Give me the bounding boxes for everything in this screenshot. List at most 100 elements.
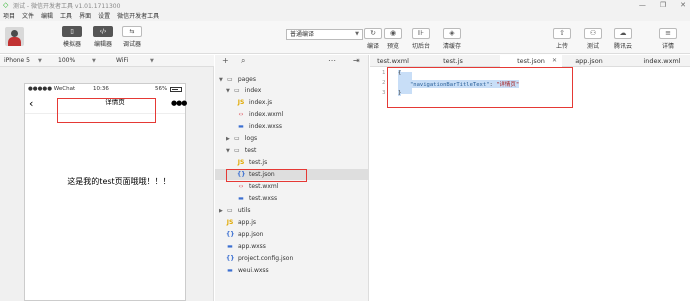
tree-folder-index[interactable]: ▼ ▭ index bbox=[226, 85, 261, 96]
layers-icon: ◈ bbox=[443, 28, 461, 39]
phone-icon: ▯ bbox=[62, 26, 82, 37]
switch-icon: ⊪ bbox=[412, 28, 430, 39]
js-file-icon: JS bbox=[237, 159, 245, 166]
chevron-down-icon: ▼ bbox=[355, 31, 359, 37]
add-file-icon[interactable]: + bbox=[222, 56, 229, 65]
battery-icon bbox=[170, 87, 182, 92]
wxss-file-icon: ▬ bbox=[238, 123, 244, 130]
tab-index-wxml[interactable]: index.wxml bbox=[634, 55, 690, 67]
minimize-button[interactable]: — bbox=[639, 1, 646, 9]
tree-folder-logs[interactable]: ▶ ▭ logs bbox=[226, 133, 257, 144]
highlight-box-code bbox=[387, 67, 573, 108]
tab-app-json[interactable]: app.json bbox=[566, 55, 612, 67]
tree-file-index-wxss[interactable]: ▬ index.wxss bbox=[237, 121, 282, 132]
carrier-label: ●●●●● WeChat bbox=[28, 86, 76, 92]
eye-icon: ◉ bbox=[384, 28, 402, 39]
device-bar: iPhone 5 ▼ 100% ▼ WiFi ▼ bbox=[0, 55, 214, 67]
menu-view[interactable]: 界面 bbox=[79, 11, 91, 20]
close-tab-icon[interactable]: ✕ bbox=[552, 55, 557, 67]
wxml-file-icon: ‹› bbox=[238, 183, 244, 190]
json-file-icon: {} bbox=[226, 255, 235, 262]
toolbar: ▯ 模拟器 ‹/› 编辑器 ⇆ 调试器 普通编译 ▼ ↻ 编译 ◉ 预览 ⊪ 切… bbox=[0, 21, 690, 54]
folder-open-icon: ▭ bbox=[227, 76, 233, 83]
menu-edit[interactable]: 编辑 bbox=[41, 11, 53, 20]
wxss-file-icon: ▬ bbox=[238, 195, 244, 202]
chevron-down-icon: ▼ bbox=[219, 76, 223, 83]
window-title: 测试 - 微信开发者工具 v1.01.1711300 bbox=[13, 2, 121, 10]
phone-status-bar: ●●●●● WeChat 10:36 56% bbox=[25, 84, 185, 94]
tree-file-test-js[interactable]: JS test.js bbox=[237, 157, 268, 168]
wxss-file-icon: ▬ bbox=[227, 267, 233, 274]
menu-settings[interactable]: 设置 bbox=[98, 11, 110, 20]
wxss-file-icon: ▬ bbox=[227, 243, 233, 250]
cloud-icon: ☁ bbox=[614, 28, 632, 39]
preview-button[interactable]: ◉ 预览 bbox=[384, 28, 402, 50]
collapse-icon[interactable]: ⇥ bbox=[353, 56, 360, 65]
zoom-select[interactable]: 100% ▼ bbox=[54, 55, 112, 67]
tencent-cloud-button[interactable]: ☁ 腾讯云 bbox=[614, 28, 632, 50]
battery-percent: 56% bbox=[155, 86, 168, 92]
avatar[interactable] bbox=[5, 27, 24, 46]
tree-file-test-wxml[interactable]: ‹› test.wxml bbox=[237, 181, 279, 192]
window-controls: — ❐ ✕ bbox=[639, 0, 686, 10]
explorer-toolbar: + ⌕ ⋯ ⇥ bbox=[215, 55, 369, 67]
tree-file-app-js[interactable]: JS app.js bbox=[226, 217, 256, 228]
tree-folder-pages[interactable]: ▼ ▭ pages bbox=[219, 74, 256, 85]
tree-folder-utils[interactable]: ▶ ▭ utils bbox=[219, 205, 250, 216]
js-file-icon: JS bbox=[226, 219, 234, 226]
debugger-button[interactable]: ⇆ 调试器 bbox=[122, 26, 142, 48]
debug-icon: ⇆ bbox=[122, 26, 142, 37]
tree-file-test-wxss[interactable]: ▬ test.wxss bbox=[237, 193, 277, 204]
background-button[interactable]: ⊪ 切后台 bbox=[412, 28, 430, 50]
network-select[interactable]: WiFi ▼ bbox=[112, 55, 172, 67]
menu-file[interactable]: 文件 bbox=[22, 11, 34, 20]
close-button[interactable]: ✕ bbox=[680, 1, 686, 9]
upload-button[interactable]: ⇧ 上传 bbox=[553, 28, 571, 50]
tree-file-app-wxss[interactable]: ▬ app.wxss bbox=[226, 241, 266, 252]
highlight-box-nav-title bbox=[57, 98, 156, 123]
json-file-icon: {} bbox=[226, 231, 235, 238]
chevron-down-icon: ▼ bbox=[38, 57, 42, 64]
editor-button[interactable]: ‹/› 编辑器 bbox=[93, 26, 113, 48]
wechat-devtools-icon: ◇ bbox=[3, 0, 9, 9]
chevron-down-icon: ▼ bbox=[150, 57, 154, 64]
chevron-down-icon: ▼ bbox=[92, 57, 96, 64]
tab-test-js[interactable]: test.js bbox=[430, 55, 476, 67]
highlight-box-test-json bbox=[226, 169, 307, 182]
tree-folder-test[interactable]: ▼ ▭ test bbox=[226, 145, 256, 156]
chevron-right-icon: ▶ bbox=[219, 207, 223, 214]
search-icon[interactable]: ⌕ bbox=[241, 56, 245, 66]
menu-wechat-devtools[interactable]: 微信开发者工具 bbox=[117, 11, 159, 20]
menu-project[interactable]: 项目 bbox=[3, 11, 15, 20]
compile-button[interactable]: ↻ 编译 bbox=[364, 28, 382, 50]
compile-mode-select[interactable]: 普通编译 ▼ bbox=[286, 29, 363, 40]
menu-bar: 项目 文件 编辑 工具 界面 设置 微信开发者工具 bbox=[0, 10, 690, 21]
tab-test-json[interactable]: test.json ✕ bbox=[500, 55, 562, 67]
code-icon: ‹/› bbox=[93, 26, 113, 37]
device-model-select[interactable]: iPhone 5 ▼ bbox=[0, 55, 54, 67]
page-text: 这是我的test页面哦哦！！！ bbox=[67, 177, 171, 186]
folder-open-icon: ▭ bbox=[234, 87, 240, 94]
folder-icon: ▭ bbox=[234, 135, 240, 142]
back-arrow-icon[interactable]: ‹ bbox=[29, 97, 33, 110]
details-button[interactable]: ≡ 详情 bbox=[659, 28, 677, 50]
test-button[interactable]: ⚇ 测试 bbox=[584, 28, 602, 50]
folder-open-icon: ▭ bbox=[234, 147, 240, 154]
editor-tabs: test.wxml test.js test.json ✕ app.json i… bbox=[370, 55, 690, 67]
simulator-button[interactable]: ▯ 模拟器 bbox=[62, 26, 82, 48]
clear-cache-button[interactable]: ◈ 清缓存 bbox=[443, 28, 461, 50]
tab-test-wxml[interactable]: test.wxml bbox=[370, 55, 416, 67]
tree-file-index-js[interactable]: JS index.js bbox=[237, 97, 272, 108]
menu-tools[interactable]: 工具 bbox=[60, 11, 72, 20]
chevron-down-icon: ▼ bbox=[226, 147, 230, 154]
tree-file-app-json[interactable]: {} app.json bbox=[226, 229, 263, 240]
more-dots-icon[interactable]: ●●● bbox=[171, 99, 187, 107]
maximize-button[interactable]: ❐ bbox=[660, 1, 666, 9]
chevron-down-icon: ▼ bbox=[226, 87, 230, 94]
line-number: 3 bbox=[382, 90, 386, 96]
tree-file-project-config-json[interactable]: {} project.config.json bbox=[226, 253, 293, 264]
tree-file-index-wxml[interactable]: ‹› index.wxml bbox=[237, 109, 284, 120]
more-icon[interactable]: ⋯ bbox=[328, 56, 336, 65]
tree-file-weui-wxss[interactable]: ▬ weui.wxss bbox=[226, 265, 269, 276]
line-number: 2 bbox=[382, 80, 386, 86]
